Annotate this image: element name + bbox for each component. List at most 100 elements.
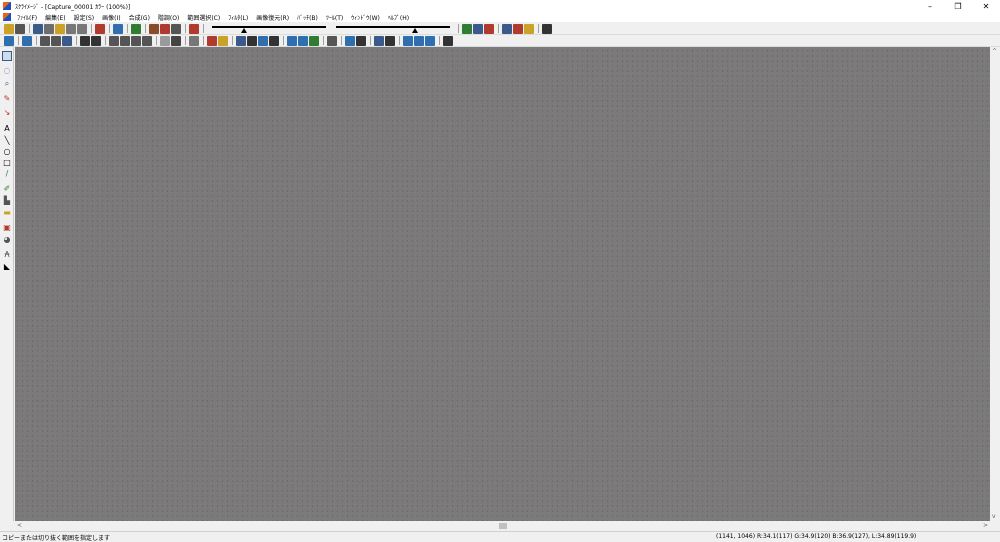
fit-window-icon[interactable]: [4, 35, 14, 46]
rotate-free-icon[interactable]: [142, 35, 152, 46]
layers-icon[interactable]: [374, 35, 384, 46]
line-tool-icon[interactable]: ╲: [2, 135, 12, 145]
maximize-button[interactable]: ❐: [944, 0, 972, 12]
menu-restore[interactable]: 画像復元(R): [252, 13, 293, 22]
fill-tool-icon[interactable]: ✐: [2, 183, 12, 193]
trim-icon[interactable]: [62, 35, 72, 46]
menu-batch[interactable]: ﾊﾞｯﾁ(B): [293, 13, 322, 22]
image-canvas[interactable]: [15, 47, 990, 521]
lasso-tool-icon[interactable]: ◌: [2, 65, 12, 75]
open-folder-icon[interactable]: [4, 23, 14, 34]
edge-icon[interactable]: [258, 35, 268, 46]
zoom-fit-icon[interactable]: [309, 35, 319, 46]
text-effect-tool-icon[interactable]: ₳: [2, 249, 12, 259]
grid-icon[interactable]: [113, 23, 123, 34]
capture-icon[interactable]: [15, 23, 25, 34]
stamp-tool-icon[interactable]: ▙: [2, 195, 12, 205]
list-icon[interactable]: [327, 35, 337, 46]
menu-tone[interactable]: 階調(O): [154, 13, 183, 22]
document-icon[interactable]: [3, 13, 11, 21]
menu-help[interactable]: ﾍﾙﾌﾟ(H): [384, 13, 413, 22]
color-picker-tool-icon[interactable]: ▣: [2, 222, 12, 232]
crop-icon[interactable]: [40, 35, 50, 46]
save-as-icon[interactable]: [44, 23, 54, 34]
close-button[interactable]: ✕: [972, 0, 1000, 12]
mono-icon[interactable]: [171, 35, 181, 46]
vertical-scrollbar[interactable]: ^ v: [990, 47, 1000, 521]
menu-window[interactable]: ｳｨﾝﾄﾞｳ(W): [347, 13, 384, 22]
minimize-button[interactable]: –: [916, 0, 944, 12]
slider-thumb[interactable]: [240, 27, 247, 33]
zoom-out-icon[interactable]: [298, 35, 308, 46]
menu-image[interactable]: 画像(I): [98, 13, 124, 22]
scroll-right-arrow[interactable]: >: [983, 522, 988, 529]
menu-file[interactable]: ﾌｧｲﾙ(F): [13, 13, 41, 22]
text-tool-icon[interactable]: A: [2, 123, 12, 133]
tile-icon[interactable]: [22, 35, 32, 46]
blur-icon[interactable]: [218, 35, 228, 46]
reduce-color-icon[interactable]: [189, 35, 199, 46]
levels-icon[interactable]: [160, 23, 170, 34]
monitor-icon[interactable]: [542, 23, 552, 34]
print-icon[interactable]: [66, 23, 76, 34]
zoom-in-icon[interactable]: [287, 35, 297, 46]
select-tool-icon[interactable]: [2, 51, 12, 61]
contrast-slider[interactable]: [334, 24, 452, 34]
save-icon[interactable]: [33, 23, 43, 34]
gradient-icon[interactable]: [356, 35, 366, 46]
rotate-180-icon[interactable]: [131, 35, 141, 46]
horizontal-scrollbar[interactable]: < >: [15, 521, 990, 531]
histogram-icon[interactable]: [149, 23, 159, 34]
emboss-icon[interactable]: [247, 35, 257, 46]
menu-settings[interactable]: 設定(S): [70, 13, 99, 22]
curve-icon[interactable]: [462, 23, 472, 34]
brush-tool-icon[interactable]: ↘: [2, 107, 12, 117]
print-preview-icon[interactable]: [77, 23, 87, 34]
camera-icon[interactable]: [443, 35, 453, 46]
mask-tool-icon[interactable]: ◣: [2, 261, 12, 271]
paste-new-icon[interactable]: [425, 35, 435, 46]
color-balance-icon[interactable]: [189, 23, 199, 34]
sharpen-icon[interactable]: [207, 35, 217, 46]
adjust-icon[interactable]: [484, 23, 494, 34]
menu-tools[interactable]: ﾂｰﾙ(T): [322, 13, 347, 22]
chart-icon[interactable]: [131, 23, 141, 34]
scroll-left-arrow[interactable]: <: [17, 522, 22, 529]
palette-icon[interactable]: [513, 23, 523, 34]
clipboard-icon[interactable]: [171, 23, 181, 34]
grayscale-icon[interactable]: [160, 35, 170, 46]
scroll-down-arrow[interactable]: v: [992, 513, 996, 520]
horizontal-scroll-thumb[interactable]: [499, 523, 507, 529]
brightness-slider[interactable]: [210, 24, 328, 34]
menu-filter[interactable]: ﾌｨﾙﾀ(L): [224, 13, 252, 22]
rotate-left-icon[interactable]: [120, 35, 130, 46]
slider-thumb[interactable]: [411, 27, 418, 33]
scan-icon[interactable]: [95, 23, 105, 34]
eraser-tool-icon[interactable]: ▬: [2, 207, 12, 217]
menu-composite[interactable]: 合成(G): [125, 13, 154, 22]
mosaic-icon[interactable]: [269, 35, 279, 46]
paste-icon[interactable]: [414, 35, 424, 46]
pencil-tool-icon[interactable]: /: [2, 168, 12, 178]
color-wheel-icon[interactable]: [524, 23, 534, 34]
help-icon[interactable]: [345, 35, 355, 46]
resize-icon[interactable]: [51, 35, 61, 46]
glasses-icon[interactable]: [473, 23, 483, 34]
menu-edit[interactable]: 編集(E): [41, 13, 69, 22]
scroll-up-arrow[interactable]: ^: [992, 48, 997, 55]
image-icon[interactable]: [502, 23, 512, 34]
open-icon[interactable]: [55, 23, 65, 34]
toolbar-separator: [340, 36, 342, 45]
eyedropper-tool-icon[interactable]: ✎: [2, 93, 12, 103]
effect-icon[interactable]: [236, 35, 246, 46]
zoom-tool-icon[interactable]: ⌕: [2, 79, 12, 89]
frame-icon[interactable]: [385, 35, 395, 46]
rectangle-tool-icon[interactable]: □: [2, 157, 12, 167]
ellipse-tool-icon[interactable]: ○: [2, 146, 12, 156]
rotate-right-icon[interactable]: [109, 35, 119, 46]
flip-horizontal-icon[interactable]: [80, 35, 90, 46]
menu-selection[interactable]: 範囲選択(C): [183, 13, 224, 22]
copy-icon[interactable]: [403, 35, 413, 46]
palette-tool-icon[interactable]: ◕: [2, 234, 12, 244]
flip-vertical-icon[interactable]: [91, 35, 101, 46]
